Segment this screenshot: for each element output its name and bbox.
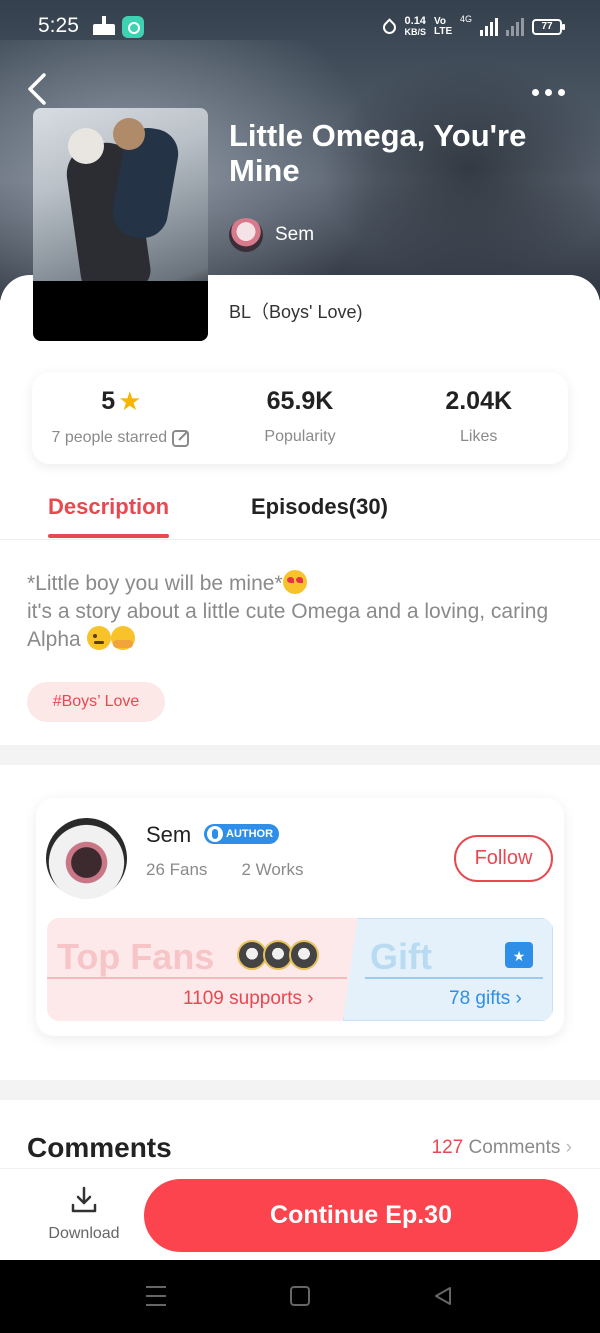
- top-fans-title: Top Fans: [57, 936, 215, 977]
- works-count: 2 Works: [241, 860, 304, 879]
- net-speed: 0.14 KB/S: [404, 15, 426, 38]
- chevron-right-icon: ›: [565, 1137, 572, 1158]
- section-divider: [0, 1080, 600, 1100]
- rating-stat[interactable]: 5 ★ 7 people starred: [32, 372, 211, 464]
- section-divider: [0, 745, 600, 765]
- top-fans-avatars: [237, 940, 319, 970]
- volte-label: Vo LTE: [433, 16, 453, 37]
- popularity-value: 65.9K: [266, 386, 334, 415]
- popularity-label: Popularity: [264, 428, 336, 445]
- popularity-stat: 65.9K Popularity: [211, 372, 390, 464]
- star-icon: ★: [118, 386, 142, 416]
- author-avatar[interactable]: [46, 818, 127, 899]
- download-label: Download: [48, 1225, 120, 1242]
- back-triangle-icon[interactable]: [433, 1286, 453, 1306]
- gifts-count[interactable]: 78 gifts ›: [449, 988, 522, 1010]
- cover-image: [33, 108, 208, 341]
- rating-label: 7 people starred: [51, 429, 168, 446]
- follow-button[interactable]: Follow: [454, 835, 553, 882]
- author-badge: AUTHOR: [204, 824, 280, 844]
- download-icon: [71, 1186, 97, 1213]
- author-meta: 26 Fans 2 Works: [146, 860, 303, 880]
- comments-title: Comments: [27, 1132, 172, 1163]
- battery-icon: 77: [532, 19, 565, 35]
- status-time: 5:25: [38, 14, 79, 37]
- fans-count: 26 Fans: [146, 860, 208, 879]
- chevron-right-icon: ›: [307, 988, 314, 1009]
- bottom-action-bar: Download Continue Ep.30: [0, 1168, 600, 1260]
- hug-emoji-icon: [110, 626, 135, 650]
- continue-button[interactable]: Continue Ep.30: [144, 1179, 578, 1252]
- signal-icon: [480, 18, 498, 36]
- back-arrow-icon[interactable]: [24, 72, 52, 106]
- system-navigation-bar: [0, 1260, 600, 1333]
- wink-emoji-icon: [86, 626, 111, 650]
- gift-icon: ★: [505, 942, 533, 968]
- edit-icon[interactable]: [171, 428, 191, 448]
- author-card-name: Sem: [146, 822, 192, 847]
- more-dots-icon[interactable]: [532, 82, 572, 102]
- stats-card: 5 ★ 7 people starred 65.9K Popularity 2.0…: [32, 372, 568, 464]
- comments-link[interactable]: 127 Comments ›: [432, 1137, 572, 1159]
- likes-value: 2.04K: [445, 386, 513, 415]
- tab-description[interactable]: Description: [48, 494, 170, 538]
- likes-label: Likes: [460, 428, 498, 445]
- rating-value: 5: [101, 386, 116, 415]
- avatar: [289, 940, 319, 970]
- network-type: 4G: [459, 14, 472, 24]
- genre-tag[interactable]: #Boys’ Love: [27, 682, 165, 722]
- app-notification-icon: [122, 16, 144, 38]
- chevron-right-icon: ›: [515, 988, 522, 1009]
- genre-label: BL（Boys' Love): [229, 302, 363, 322]
- heart-eyes-emoji-icon: [282, 570, 307, 594]
- avatar: [229, 218, 263, 252]
- home-icon[interactable]: [290, 1286, 310, 1306]
- supports-count[interactable]: 1109 supports ›: [183, 988, 314, 1010]
- download-button[interactable]: Download: [40, 1185, 128, 1243]
- tab-bar: Description Episodes(30): [0, 480, 600, 540]
- comic-title: Little Omega, You're Mine: [229, 118, 527, 188]
- menu-icon[interactable]: [146, 1286, 166, 1306]
- likes-stat: 2.04K Likes: [389, 372, 568, 464]
- fans-gift-box: Top Fans 1109 supports › Gift ★ 78 gifts…: [47, 918, 553, 1021]
- author-name: Sem: [275, 224, 315, 245]
- author-card: Sem AUTHOR 26 Fans 2 Works Follow Top Fa…: [36, 798, 564, 1036]
- tab-episodes[interactable]: Episodes(30): [251, 494, 388, 520]
- cleaner-icon: [93, 16, 115, 36]
- description-text: *Little boy you will be mine* it's a sto…: [27, 570, 549, 651]
- status-bar: 5:25 0.14 KB/S Vo LTE 4G 77: [0, 0, 600, 54]
- gift-title: Gift: [370, 936, 432, 977]
- status-right-icons: 0.14 KB/S Vo LTE 4G 77: [380, 14, 565, 40]
- signal-2-icon: [506, 18, 524, 36]
- data-saver-icon: [380, 17, 400, 37]
- author-row[interactable]: Sem: [229, 218, 314, 252]
